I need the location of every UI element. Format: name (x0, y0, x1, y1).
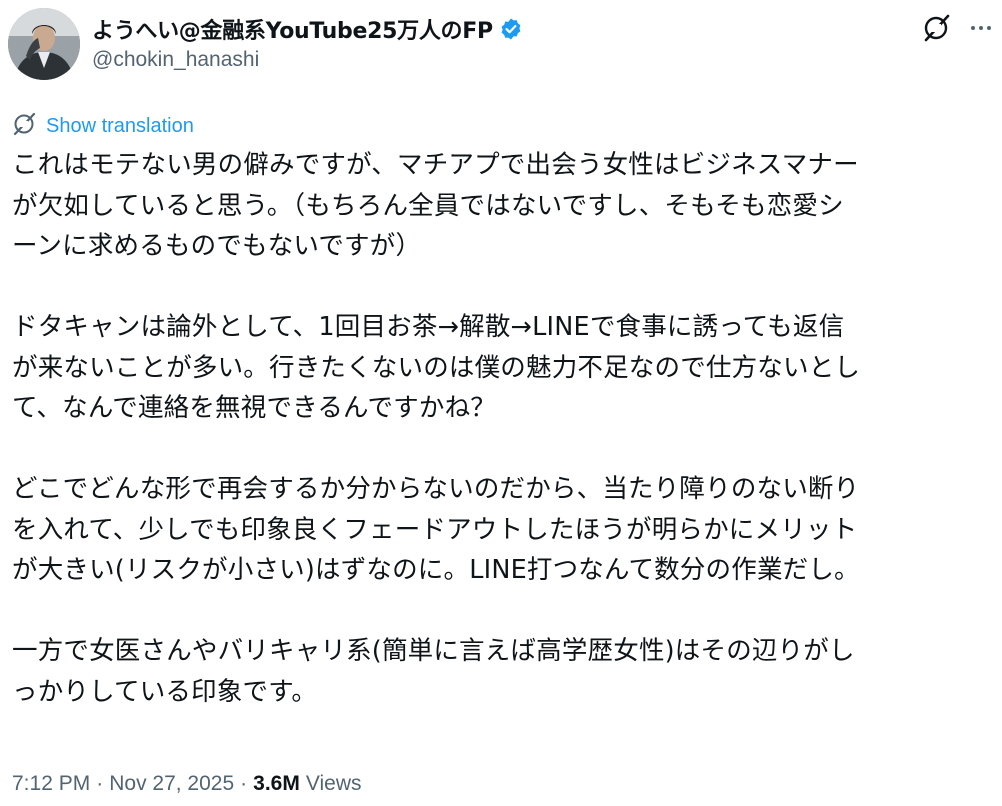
grok-icon (922, 13, 952, 47)
post-date[interactable]: Nov 27, 2025 (109, 772, 234, 796)
meta-separator: · (96, 772, 104, 795)
author-handle[interactable]: @chokin_hanashi (92, 48, 259, 72)
grok-icon (12, 111, 38, 141)
views-label[interactable]: Views (306, 772, 362, 796)
more-options-button[interactable] (966, 15, 996, 45)
author-display-name[interactable]: ようへい@金融系YouTube25万人のFP (92, 13, 493, 45)
tweet-line: が来ないことが多い。行きたくないのは僕の魅力不足なので仕方ないとし (12, 352, 861, 383)
grok-button[interactable] (920, 13, 954, 47)
more-horizontal-icon (969, 16, 993, 44)
tweet-meta: 7:12 PM · Nov 27, 2025 · 3.6M Views (12, 768, 361, 800)
tweet-line: を入れて、少しでも印象良くフェードアウトしたほうが明らかにメリット (12, 514, 858, 545)
show-translation-link[interactable]: Show translation (12, 111, 194, 141)
tweet-line: ドタキャンは論外として、1回目お茶→解散→LINEで食事に誘っても返信 (12, 312, 845, 342)
verified-badge-icon (499, 17, 523, 41)
tweet-line: ーンに求めるものでもないですが） (12, 231, 422, 261)
tweet-line: て、なんで連絡を無視できるんですかね？ (12, 393, 496, 423)
tweet-text: これはモテない男の僻みですが、マチアプで出会う女性はビジネスマナー が欠如してい… (12, 145, 997, 712)
tweet-line: どこでどんな形で再会するか分からないのだから、当たり障りのない断り (12, 474, 860, 504)
post-time[interactable]: 7:12 PM (12, 772, 90, 796)
tweet-line: っかりしている印象です。 (12, 676, 318, 707)
author-name-row[interactable]: ようへい@金融系YouTube25万人のFP (92, 12, 523, 46)
views-count[interactable]: 3.6M (253, 772, 300, 796)
tweet-line: 一方で女医さんやバリキャリ系(簡単に言えば高学歴女性)はその辺りがし (12, 636, 855, 666)
tweet-line: が欠如していると思う。（もちろん全員ではないですし、そもそも恋愛シ (12, 190, 844, 221)
show-translation-label[interactable]: Show translation (46, 115, 194, 138)
meta-separator: · (240, 772, 248, 795)
tweet-line: が大きい(リスクが小さい)はずなのに。LINE打つなんて数分の作業だし。 (12, 555, 860, 585)
avatar[interactable] (8, 8, 80, 80)
tweet-line: これはモテない男の僻みですが、マチアプで出会う女性はビジネスマナー (12, 150, 859, 180)
